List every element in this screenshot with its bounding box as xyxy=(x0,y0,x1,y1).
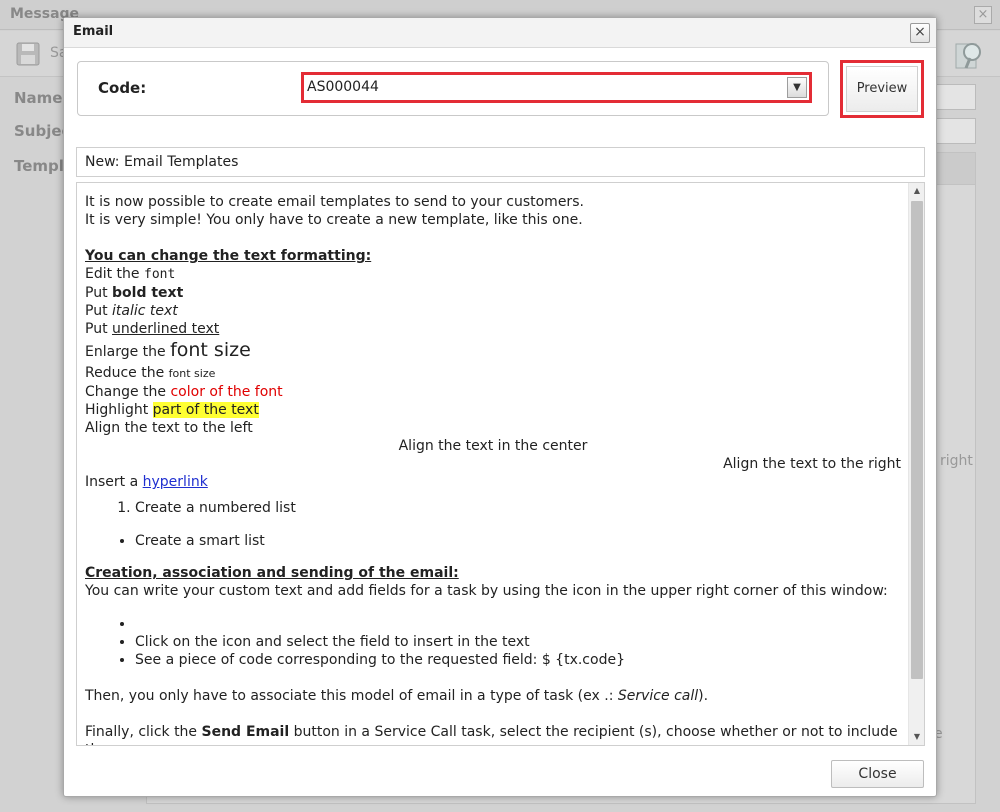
close-icon[interactable]: × xyxy=(910,23,930,43)
save-icon xyxy=(16,42,40,66)
formatting-heading: You can change the text formatting: xyxy=(85,248,372,264)
bold-line: Put bold text xyxy=(85,285,184,301)
list-item: Click on the icon and select the field t… xyxy=(135,633,901,651)
italic-line: Put italic text xyxy=(85,303,178,319)
preview-button-label: Preview xyxy=(846,66,918,112)
vertical-scrollbar[interactable]: ▲ ▼ xyxy=(908,183,924,745)
email-dialog-titlebar: Email xyxy=(64,18,936,48)
scroll-up-icon[interactable]: ▲ xyxy=(909,183,924,199)
email-body-content: It is now possible to create email templ… xyxy=(85,193,901,745)
color-line: Change the color of the font xyxy=(85,384,283,400)
reduce-line: Reduce the font size xyxy=(85,365,216,381)
list-item xyxy=(135,615,901,633)
list-item: See a piece of code corresponding to the… xyxy=(135,651,901,669)
align-center-line: Align the text in the center xyxy=(398,438,588,454)
creation-heading: Creation, association and sending of the… xyxy=(85,565,459,581)
list-item: Create a numbered list xyxy=(135,499,901,517)
underline-line: Put underlined text xyxy=(85,321,220,337)
scrollbar-thumb[interactable] xyxy=(911,201,923,679)
hyperlink-link[interactable]: hyperlink xyxy=(143,474,208,490)
field-bullet-list: Click on the icon and select the field t… xyxy=(85,615,901,669)
background-subject-label: Subjec xyxy=(14,122,71,140)
background-overflow-text: right xyxy=(940,453,973,469)
numbered-list: Create a numbered list xyxy=(85,499,901,517)
finally-line: Finally, click the Send Email button in … xyxy=(85,724,898,745)
email-body-editor[interactable]: It is now possible to create email templ… xyxy=(76,182,925,746)
hyperlink-line: Insert a hyperlink xyxy=(85,474,208,490)
align-left-line: Align the text to the left xyxy=(85,420,253,436)
list-item: Create a smart list xyxy=(135,532,901,550)
email-subject-field[interactable]: New: Email Templates xyxy=(76,147,925,177)
associate-line: Then, you only have to associate this mo… xyxy=(85,688,709,704)
intro-line-2: It is very simple! You only have to crea… xyxy=(85,212,583,228)
scroll-down-icon[interactable]: ▼ xyxy=(909,729,924,745)
intro-line-1: It is now possible to create email templ… xyxy=(85,194,584,210)
field-search-icon xyxy=(955,43,981,69)
preview-button[interactable]: Preview xyxy=(840,60,924,118)
background-name-input xyxy=(936,84,976,110)
align-right-line: Align the text to the right xyxy=(723,456,901,472)
background-name-label: Name: xyxy=(14,89,69,107)
code-select-value: AS000044 xyxy=(307,79,379,95)
background-close-icon: × xyxy=(974,6,992,24)
custom-text-line: You can write your custom text and add f… xyxy=(85,583,888,599)
code-label: Code: xyxy=(98,79,147,97)
email-dialog-title: Email xyxy=(73,24,114,39)
background-subject-input xyxy=(936,118,976,144)
email-dialog: Email × Code: AS000044 ▼ Preview New: Em… xyxy=(63,17,937,797)
code-select[interactable]: AS000044 ▼ xyxy=(301,72,812,103)
code-section: Code: AS000044 ▼ xyxy=(77,61,829,116)
font-line: Edit the font xyxy=(85,266,176,282)
chevron-down-icon[interactable]: ▼ xyxy=(787,77,807,98)
smart-list: Create a smart list xyxy=(85,532,901,550)
enlarge-line: Enlarge the font size xyxy=(85,339,251,361)
close-button[interactable]: Close xyxy=(831,760,924,788)
highlight-line: Highlight part of the text xyxy=(85,402,259,418)
